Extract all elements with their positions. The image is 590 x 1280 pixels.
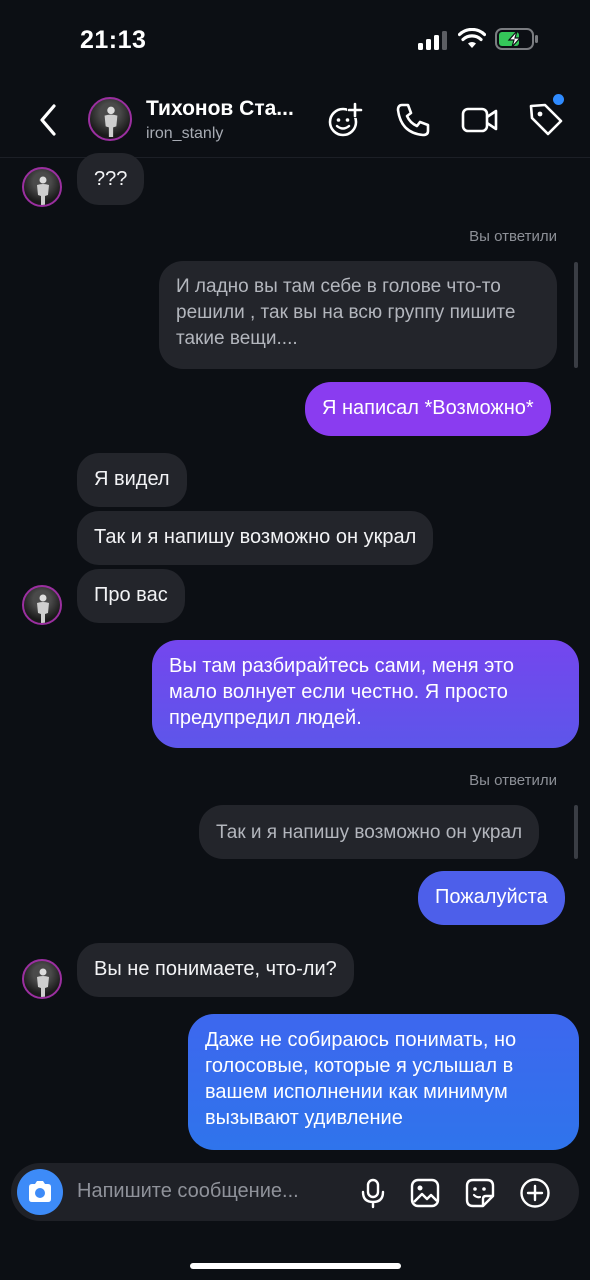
avatar-figure [37,968,49,997]
battery-charging-icon [495,28,538,50]
quoted-reply[interactable]: Так и я напишу возможно он украл [199,805,540,859]
chevron-left-icon[interactable] [34,102,64,138]
plus-circle-icon[interactable] [519,1177,551,1209]
incoming-message[interactable]: Вы не понимаете, что-ли? [77,943,354,997]
incoming-message[interactable]: Так и я напишу возможно он украл [77,511,434,565]
reply-indicator-bar [574,805,578,859]
outgoing-message[interactable]: Даже не собираюсь понимать, но голосовые… [188,1014,579,1150]
message-input[interactable]: Напишите сообщение... [77,1180,299,1203]
camera-button[interactable] [17,1169,63,1215]
avatar-figure [104,106,118,137]
sticker-icon[interactable] [464,1177,496,1209]
contact-name[interactable]: Тихонов Ста... [146,97,316,121]
sender-avatar[interactable] [22,959,62,999]
outgoing-message[interactable]: Я написал *Возможно* [305,382,551,436]
add-sticker-icon[interactable] [326,100,366,140]
outgoing-message[interactable]: Вы там разбирайтесь сами, меня это мало … [152,640,579,748]
cellular-signal-icon [418,31,447,50]
status-bar: 21:13 [0,0,590,80]
status-time: 21:13 [80,26,147,54]
replied-label: Вы ответили [469,228,557,245]
camera-icon [29,1181,51,1202]
wifi-icon [458,28,486,48]
home-indicator[interactable] [190,1263,401,1269]
incoming-message[interactable]: Про вас [77,569,185,623]
gallery-icon[interactable] [409,1177,441,1209]
phone-icon[interactable] [393,100,433,140]
sender-avatar[interactable] [22,585,62,625]
replied-label: Вы ответили [469,772,557,789]
incoming-message[interactable]: Я видел [77,453,187,507]
quoted-reply[interactable]: И ладно вы там себе в голове что-то реши… [159,261,557,369]
incoming-message[interactable]: ??? [77,153,145,205]
avatar-figure [37,176,49,205]
avatar-figure [37,594,49,623]
contact-username[interactable]: iron_stanly [146,125,223,143]
outgoing-message[interactable]: Пожалуйста [418,871,565,925]
contact-avatar[interactable] [88,97,132,141]
message-composer: Напишите сообщение... [11,1163,579,1221]
video-camera-icon[interactable] [460,100,500,140]
reply-indicator-bar [574,262,578,368]
sender-avatar[interactable] [22,167,62,207]
notification-dot [553,94,564,105]
tag-icon[interactable] [526,100,566,140]
microphone-icon[interactable] [357,1177,389,1209]
